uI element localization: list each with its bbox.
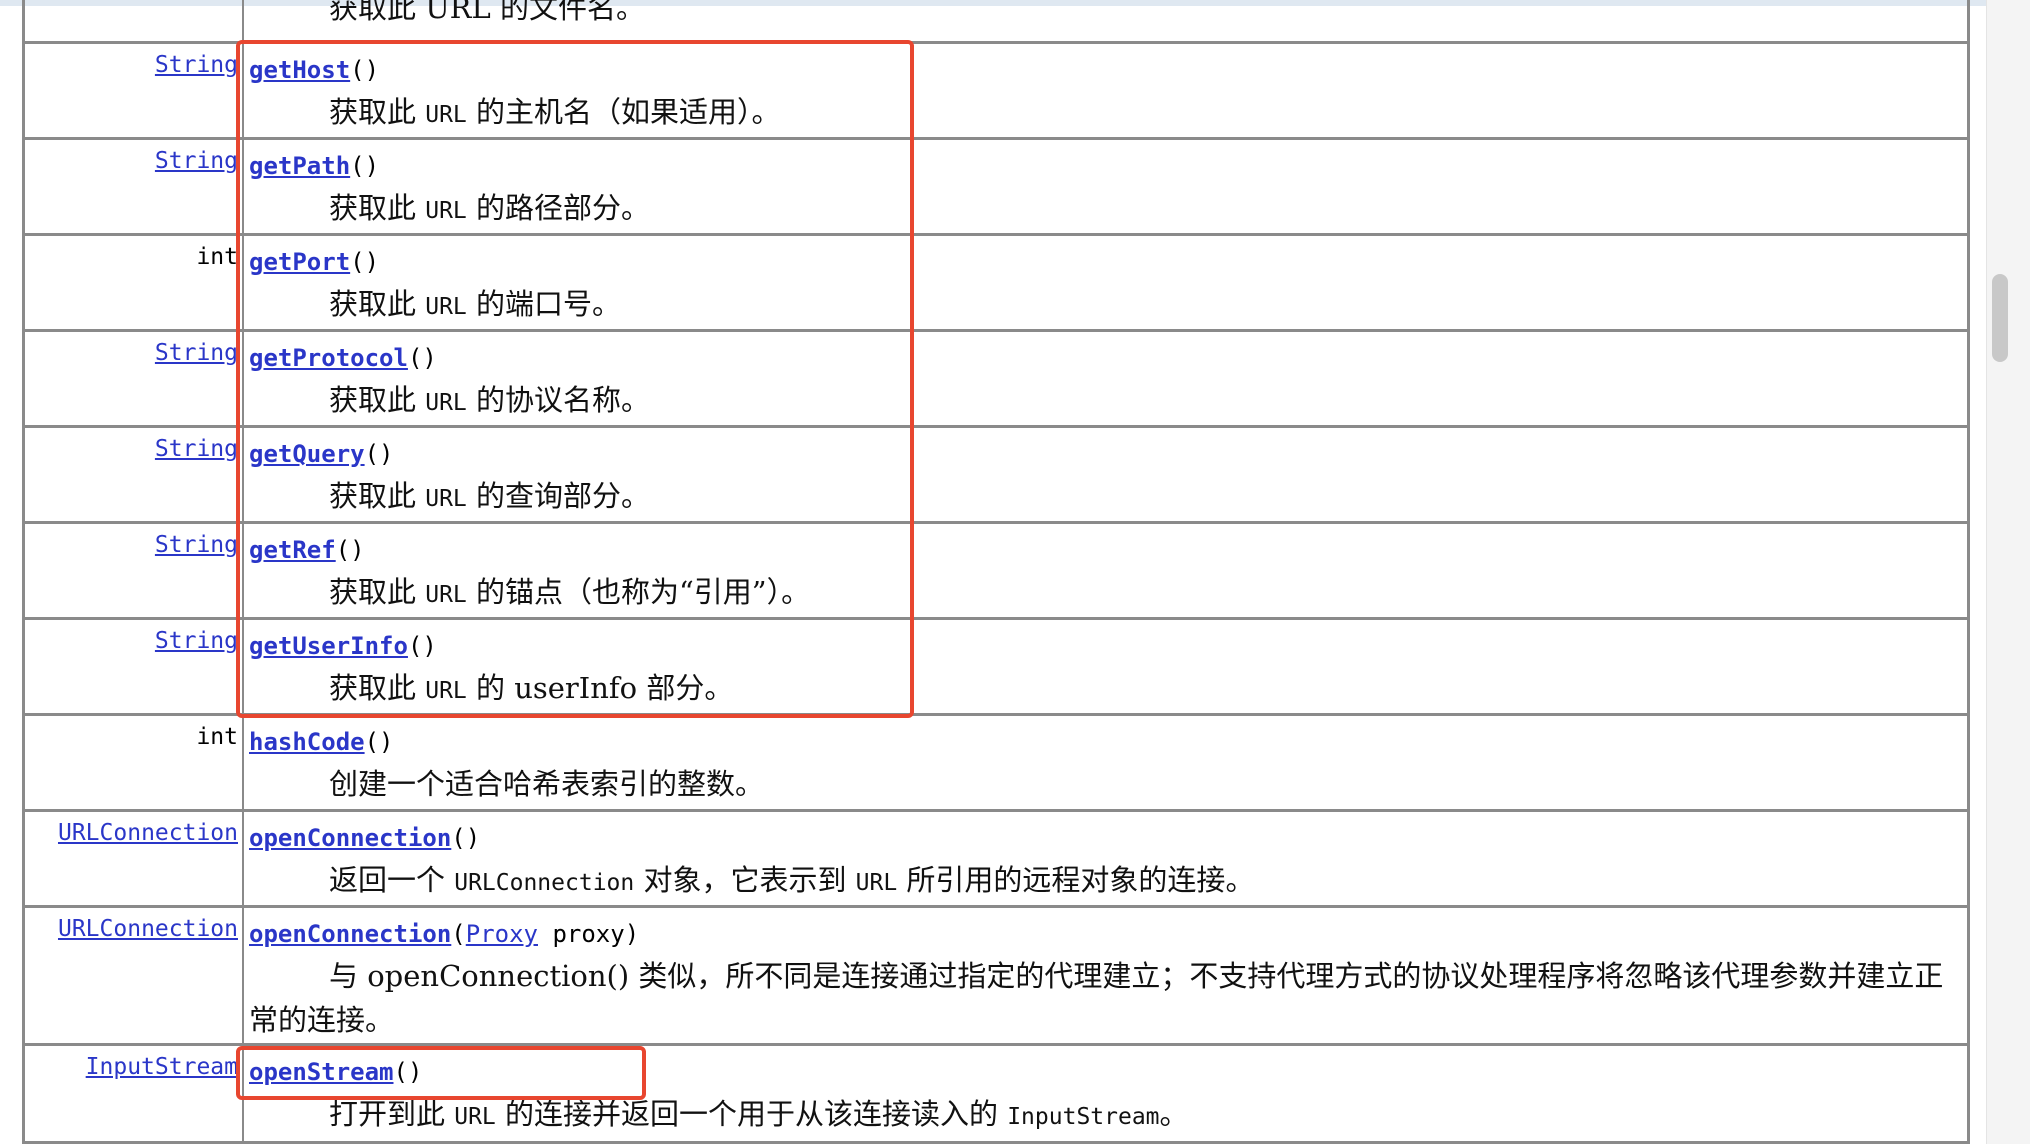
description-text: 。 [1159,1097,1189,1131]
code-token: URLConnection [454,870,635,896]
paren-close: ) [465,824,481,852]
return-type: int [196,244,238,270]
paren-close: ) [379,728,394,756]
description-text: 返回一个 [329,863,455,897]
paren-open: ( [451,824,466,852]
method-signature: hashCode() [249,728,394,756]
description-text: 的连接并返回一个用于从该连接读入的 [495,1097,1008,1131]
description-text: 对象，它表示到 [634,863,856,897]
method-link[interactable]: hashCode [249,728,365,756]
table-row: int hashCode() 创建一个适合哈希表索引的整数。 [25,716,1967,812]
return-type-link[interactable]: InputStream [86,1054,238,1080]
return-type-link[interactable]: String [155,628,238,654]
paren-close: ) [624,920,640,948]
code-token: URL [454,1104,496,1130]
return-type-link[interactable]: String [155,148,238,174]
highlight-box-openstream [236,1046,646,1100]
method-signature: openConnection() [249,824,480,852]
return-type-link[interactable]: URLConnection [58,916,238,942]
method-description: 获取此 URL 的文件名。 [329,0,645,25]
param-type-link[interactable]: Proxy [466,920,538,948]
scrollbar-track[interactable] [1986,0,2030,1144]
return-type-link[interactable]: String [155,52,238,78]
param-name: proxy [538,920,625,948]
paren-open: ( [451,920,466,948]
scrollbar-thumb[interactable] [1992,274,2008,362]
return-type-link[interactable]: String [155,436,238,462]
method-link[interactable]: openConnection [249,920,451,948]
method-description: 返回一个 URLConnection 对象，它表示到 URL 所引用的远程对象的… [249,858,1959,905]
method-description: 与 openConnection() 类似，所不同是连接通过指定的代理建立；不支… [249,954,1959,1042]
paren-open: ( [364,728,380,756]
code-token: URL [855,870,898,896]
method-description: 创建一个适合哈希表索引的整数。 [249,762,1959,806]
description-text: 与 openConnection() 类似，所不同是连接通过指定的代理建立；不支… [249,959,1944,1037]
highlight-box-getters [236,40,914,718]
description-text: 创建一个适合哈希表索引的整数。 [329,767,765,801]
table-row: URLConnection openConnection(Proxy proxy)… [25,908,1967,1046]
return-type-link[interactable]: URLConnection [58,820,238,846]
table-row-partial: 获取此 URL 的文件名。 [25,0,1967,44]
code-token: InputStream [1007,1104,1160,1130]
method-link[interactable]: openConnection [249,824,451,852]
description-text: 所引用的远程对象的连接。 [897,863,1255,897]
return-type-link[interactable]: String [155,532,238,558]
return-type: int [196,724,238,750]
method-signature: openConnection(Proxy proxy) [249,920,639,948]
javadoc-page: 获取此 URL 的文件名。 String getHost() 获取此 URL 的主机… [0,0,2030,1144]
return-type-link[interactable]: String [155,340,238,366]
description-text: 打开到此 [329,1097,455,1131]
table-row: URLConnection openConnection() 返回一个 URLCon… [25,812,1967,908]
